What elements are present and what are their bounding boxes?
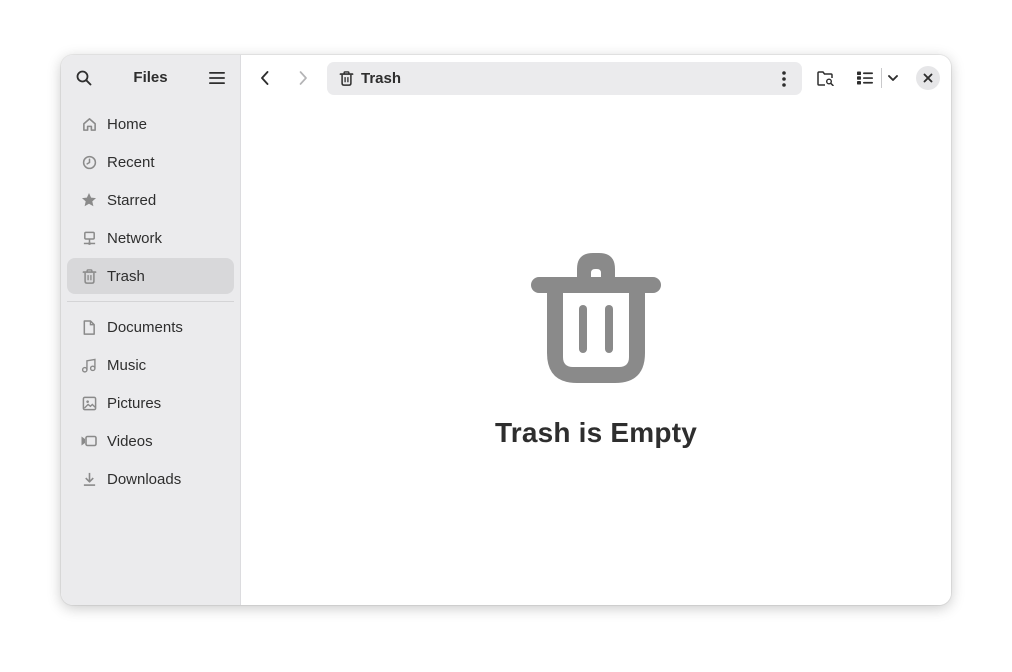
sidebar-separator (67, 301, 234, 302)
files-window: Files Home Recent Starred Network Trash … (61, 55, 951, 605)
document-icon (81, 319, 97, 335)
sidebar-item-music[interactable]: Music (67, 347, 234, 383)
breadcrumb-trash[interactable]: Trash (339, 70, 401, 87)
clock-icon (81, 154, 97, 170)
sidebar-item-documents[interactable]: Documents (67, 309, 234, 345)
bookmarks-list: Documents Music Pictures Videos Download… (61, 309, 240, 497)
more-vertical-icon (782, 70, 786, 87)
sidebar-item-label: Network (107, 229, 163, 247)
chevron-down-icon (888, 75, 898, 81)
sidebar-item-videos[interactable]: Videos (67, 423, 234, 459)
close-window-button[interactable] (916, 66, 940, 90)
list-view-icon (857, 71, 873, 85)
sidebar-item-home[interactable]: Home (67, 106, 234, 142)
sidebar-item-label: Trash (107, 267, 145, 285)
sidebar-item-trash[interactable]: Trash (67, 258, 234, 294)
sidebar: Files Home Recent Starred Network Trash … (61, 55, 241, 605)
sidebar-item-recent[interactable]: Recent (67, 144, 234, 180)
sidebar-item-downloads[interactable]: Downloads (67, 461, 234, 497)
star-icon (81, 192, 97, 208)
header-bar: Trash (241, 55, 951, 101)
hamburger-menu-icon (209, 72, 225, 84)
view-list-button[interactable] (853, 66, 877, 90)
chevron-left-icon (261, 71, 269, 85)
folder-search-icon (816, 70, 834, 86)
places-list: Home Recent Starred Network Trash (61, 106, 240, 294)
sidebar-item-starred[interactable]: Starred (67, 182, 234, 218)
music-icon (81, 357, 97, 373)
close-icon (923, 73, 933, 83)
sidebar-item-label: Starred (107, 191, 157, 209)
location-menu-button[interactable] (776, 70, 792, 87)
network-icon (81, 230, 97, 246)
chevron-right-icon (299, 71, 307, 85)
sidebar-item-label: Videos (107, 432, 153, 450)
trash-icon (81, 268, 97, 284)
back-button[interactable] (253, 66, 277, 90)
sidebar-item-label: Pictures (107, 394, 162, 412)
sidebar-item-pictures[interactable]: Pictures (67, 385, 234, 421)
main-pane: Trash Trash is Empty (241, 55, 951, 605)
video-icon (81, 433, 97, 449)
sidebar-item-label: Recent (107, 153, 155, 171)
picture-icon (81, 395, 97, 411)
view-options-button[interactable] (881, 66, 905, 90)
location-bar[interactable]: Trash (327, 62, 802, 95)
forward-button[interactable] (291, 66, 315, 90)
trash-icon (531, 253, 661, 383)
empty-state-title: Trash is Empty (495, 417, 697, 448)
empty-state: Trash is Empty (241, 253, 951, 449)
sidebar-item-label: Documents (107, 318, 183, 336)
sidebar-item-label: Downloads (107, 470, 182, 488)
sidebar-header: Files (61, 55, 240, 101)
home-icon (81, 116, 97, 132)
breadcrumb-label: Trash (361, 70, 402, 87)
trash-icon (339, 71, 354, 86)
download-icon (81, 471, 97, 487)
main-menu-button[interactable] (206, 67, 228, 89)
search-folder-button[interactable] (813, 66, 837, 90)
sidebar-item-network[interactable]: Network (67, 220, 234, 256)
sidebar-item-label: Home (107, 115, 148, 133)
sidebar-item-label: Music (107, 356, 147, 374)
